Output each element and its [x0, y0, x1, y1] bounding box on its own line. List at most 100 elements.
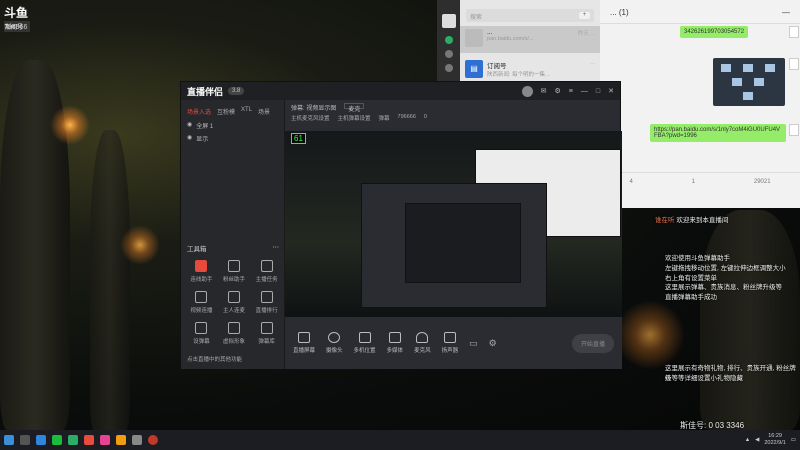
- tool-item[interactable]: 直播排行: [250, 291, 283, 314]
- contacts-icon[interactable]: [444, 50, 453, 58]
- list-item[interactable]: ▤ 订阅号 陕西新闻: 每个明的一集... ...: [460, 57, 600, 84]
- footer-hint[interactable]: 点击直播中的其他功能: [187, 355, 242, 363]
- tool-item[interactable]: 连线助手: [185, 260, 218, 283]
- post-stats: 4 1 29021: [600, 172, 800, 208]
- room-number: 796666: [4, 24, 28, 31]
- minimize-icon[interactable]: —: [782, 8, 790, 17]
- phone-icon: [358, 332, 371, 343]
- avatar[interactable]: [441, 14, 456, 28]
- scene-item[interactable]: ◉ 显示: [181, 132, 284, 145]
- douyu-icon[interactable]: [116, 435, 126, 445]
- list-item[interactable]: ... pan.baidu.com/s/... 昨天 ...: [460, 26, 600, 53]
- add-icon[interactable]: +: [579, 12, 590, 19]
- tool-item[interactable]: 粉丝助手: [218, 260, 251, 283]
- record-icon[interactable]: ▭: [469, 338, 478, 349]
- version-badge[interactable]: 3.8: [228, 87, 245, 95]
- more-icon[interactable]: ⋯: [273, 243, 280, 253]
- streaming-app-window[interactable]: 直播伴侣 3.8 ✉ ⚙ ≡ — □ ✕ 场景入选 互粉模 XTL 场景 ◉ 全屏…: [180, 81, 622, 369]
- system-tray: ▲ ◀ 16:29 2022/9/1 ▭: [745, 433, 796, 447]
- microphone-button[interactable]: 麦克风: [414, 332, 431, 354]
- tab-3[interactable]: XTL: [241, 107, 252, 116]
- main-tab[interactable]: 麦克: [344, 103, 365, 113]
- chat-header: ... (1) —: [600, 0, 800, 24]
- clock[interactable]: 16:29 2022/9/1: [764, 433, 785, 447]
- edge-icon[interactable]: [36, 435, 46, 445]
- comment-count[interactable]: 1: [692, 179, 695, 208]
- scene-item[interactable]: ◉ 全屏 1: [181, 119, 284, 132]
- message-bubble[interactable]: https://pan.baidu.com/s/1nly7coM4iGU0UFU…: [650, 124, 786, 142]
- toolbox-header: 工具箱 ⋯: [187, 243, 279, 253]
- app-icon[interactable]: [84, 435, 94, 445]
- wechat-icon[interactable]: [68, 435, 78, 445]
- main-tab[interactable]: 弹幕: 视频显示图: [291, 103, 336, 112]
- eye-icon[interactable]: ◉: [187, 121, 192, 130]
- app-icon[interactable]: [148, 435, 158, 445]
- chat-message: 级等等详细设置小礼物隐藏: [665, 375, 743, 382]
- contact-snippet: pan.baidu.com/s/...: [487, 36, 534, 42]
- app-icon[interactable]: [52, 435, 62, 445]
- tab-2[interactable]: 互粉模: [217, 107, 235, 116]
- scene-label: 显示: [196, 137, 209, 143]
- media-button[interactable]: 多媒体: [387, 332, 403, 354]
- toolbox-grid: 连线助手 粉丝助手 主播任务 视频连播 主人连麦 直播排行 设弹幕 虚拟形象 弹…: [185, 260, 283, 345]
- start-stream-button[interactable]: 开始直播: [571, 333, 614, 353]
- left-panel: 场景入选 互粉模 XTL 场景 ◉ 全屏 1 ◉ 显示 工具箱 ⋯ 连线助手 粉丝助…: [181, 100, 285, 369]
- chat-message: 欢迎使用斗鱼弹幕助手: [665, 255, 730, 262]
- chat-icon[interactable]: [444, 36, 453, 44]
- contact-title: ...: [487, 29, 493, 36]
- tool-icon: [195, 291, 208, 303]
- like-count[interactable]: 4: [629, 179, 632, 208]
- monitor-icon: [298, 332, 310, 343]
- notification-icon[interactable]: ▭: [791, 437, 796, 443]
- contact-snippet: 陕西新闻: 每个明的一集...: [487, 72, 550, 78]
- tool-icon: [260, 322, 273, 334]
- eye-icon[interactable]: ◉: [187, 134, 192, 143]
- tool-icon: [260, 260, 273, 272]
- tool-icon: [227, 291, 240, 303]
- multi-camera-button[interactable]: 多机位置: [354, 332, 376, 354]
- settings-icon[interactable]: ⚙: [555, 87, 561, 95]
- info-item[interactable]: 主机弹幕设置: [338, 114, 371, 122]
- app-icon[interactable]: [100, 435, 110, 445]
- tab-scene[interactable]: 场景入选: [187, 107, 211, 116]
- settings-icon[interactable]: ⚙: [489, 338, 497, 349]
- tool-item[interactable]: 视频连播: [185, 291, 218, 314]
- menu-icon[interactable]: ≡: [569, 88, 573, 95]
- close-icon[interactable]: ✕: [608, 87, 614, 95]
- network-icon[interactable]: ▲: [745, 437, 750, 443]
- control-bar: 直播屏幕 摄像头 多机位置 多媒体 麦克风 扬声器 ▭ ⚙ 开始直播: [285, 317, 622, 369]
- tool-icon: [195, 322, 208, 334]
- app-icon[interactable]: [132, 435, 142, 445]
- image-message[interactable]: [713, 58, 785, 106]
- tool-item[interactable]: 弹幕库: [250, 322, 283, 345]
- lantern-glow: [120, 225, 160, 265]
- tool-item[interactable]: 主播任务: [250, 260, 283, 283]
- favorites-icon[interactable]: [444, 64, 453, 72]
- avatar: [789, 58, 799, 70]
- scene-label: 全屏 1: [196, 124, 214, 130]
- play-icon: [388, 332, 401, 343]
- avatar[interactable]: [521, 85, 533, 97]
- search-icon[interactable]: [20, 435, 30, 445]
- volume-icon[interactable]: ◀: [755, 437, 759, 443]
- screen-capture-button[interactable]: 直播屏幕: [293, 332, 315, 354]
- view-count[interactable]: 29021: [754, 179, 771, 208]
- tool-item[interactable]: 主人连麦: [218, 291, 251, 314]
- search-input[interactable]: 搜索 +: [466, 9, 594, 22]
- stream-preview[interactable]: 61: [285, 131, 622, 317]
- tab-4[interactable]: 场景: [258, 107, 270, 116]
- chat-username: 谁在听: [655, 217, 675, 224]
- maximize-icon[interactable]: □: [596, 88, 600, 95]
- tool-item[interactable]: 设弹幕: [185, 322, 218, 345]
- camera-button[interactable]: 摄像头: [326, 332, 343, 354]
- speaker-button[interactable]: 扬声器: [442, 332, 458, 354]
- tool-item[interactable]: 虚拟形象: [218, 322, 251, 345]
- minimize-icon[interactable]: —: [581, 88, 588, 95]
- info-item[interactable]: 主机麦克风设置: [291, 114, 330, 122]
- message-bubble[interactable]: 34262619970305457​2: [680, 26, 749, 38]
- clock-time: 16:29: [768, 433, 782, 439]
- speaker-icon: [443, 332, 456, 343]
- start-icon[interactable]: [4, 435, 14, 445]
- tool-icon: [195, 260, 208, 272]
- message-icon[interactable]: ✉: [541, 87, 547, 95]
